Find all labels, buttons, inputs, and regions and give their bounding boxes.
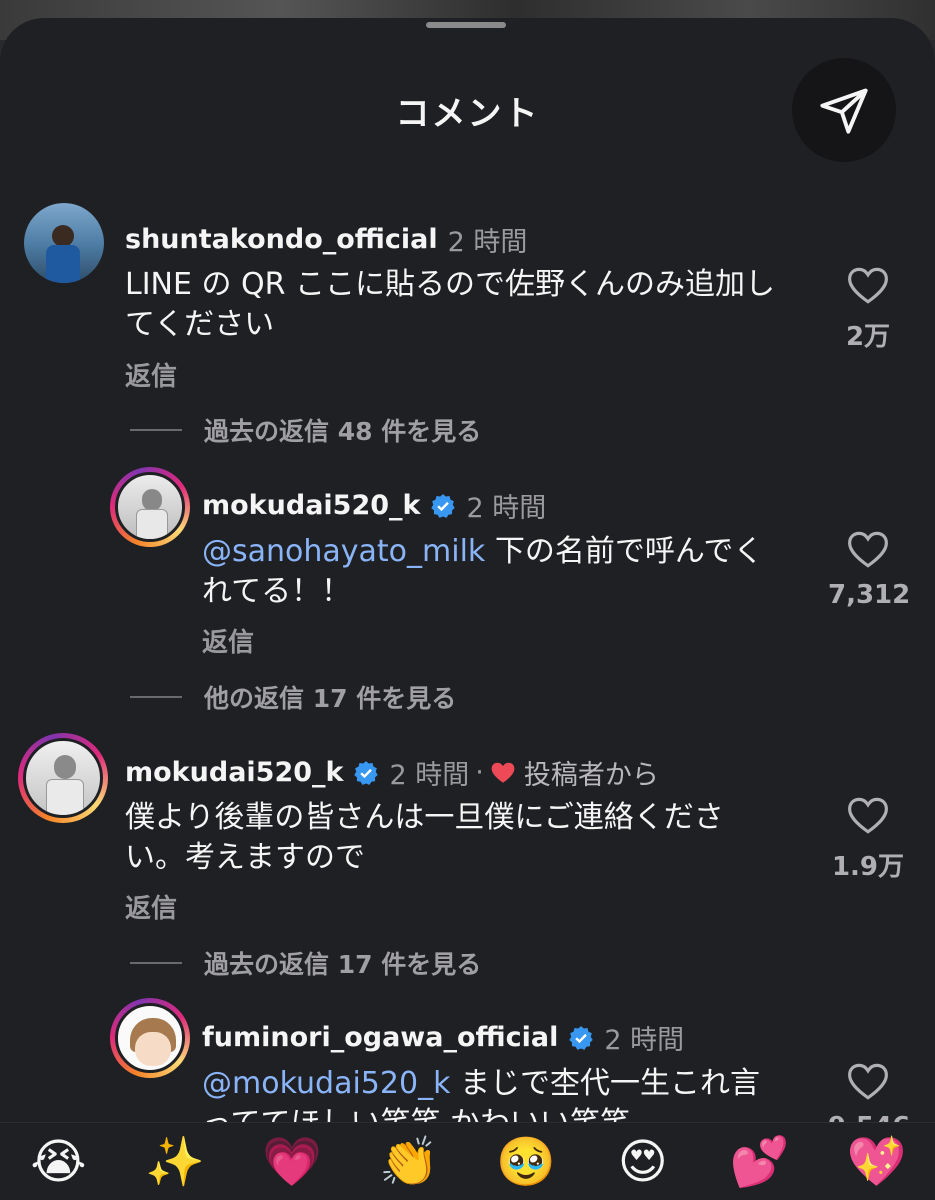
heart-icon bbox=[848, 1063, 888, 1100]
emoji-sparkling-heart[interactable]: 💖 bbox=[842, 1127, 912, 1197]
like-count: 7,312 bbox=[828, 580, 911, 610]
avatar[interactable] bbox=[24, 203, 104, 283]
heart-icon bbox=[848, 797, 888, 834]
like-button[interactable]: 1.9万 bbox=[828, 796, 908, 883]
avatar[interactable] bbox=[110, 998, 190, 1078]
mention-link[interactable]: @mokudai520_k bbox=[202, 1066, 450, 1101]
avatar[interactable] bbox=[110, 467, 190, 547]
verified-badge-icon bbox=[431, 493, 456, 518]
divider-line bbox=[130, 429, 182, 431]
heart-icon bbox=[848, 267, 888, 304]
liked-by-author-label: 投稿者から bbox=[523, 760, 659, 791]
comment-meta: mokudai520_k 2 時間 bbox=[202, 486, 546, 525]
mention-link[interactable]: @sanohayato_milk bbox=[202, 534, 485, 569]
heart-icon bbox=[848, 531, 888, 568]
view-more-replies[interactable]: 他の返信 17 件を見る bbox=[130, 679, 456, 715]
verified-badge-icon bbox=[569, 1025, 594, 1050]
emoji-heart-eyes[interactable]: 😍 bbox=[608, 1127, 678, 1197]
emoji-reaction-bar: 😭 ✨ 💗 👏 🥹 😍 💕 💖 bbox=[0, 1122, 935, 1200]
username[interactable]: mokudai520_k bbox=[125, 757, 343, 788]
timestamp: 2 時間 bbox=[389, 760, 470, 791]
username[interactable]: shuntakondo_official bbox=[125, 224, 438, 255]
reply-button[interactable]: 返信 bbox=[125, 888, 177, 925]
separator-dot: · bbox=[475, 757, 484, 788]
divider-line bbox=[130, 696, 182, 698]
comment-meta: shuntakondo_official 2 時間 bbox=[125, 220, 527, 259]
emoji-two-hearts[interactable]: 💕 bbox=[725, 1127, 795, 1197]
share-send-button[interactable] bbox=[792, 58, 896, 162]
sheet-grabber-handle[interactable] bbox=[426, 22, 506, 28]
timestamp: 2 時間 bbox=[447, 227, 528, 258]
timestamp: 2 時間 bbox=[604, 1025, 685, 1056]
view-more-replies[interactable]: 過去の返信 17 件を見る bbox=[130, 945, 481, 981]
comment-text: @sanohayato_milk 下の名前で呼んでく れてる！！ bbox=[202, 534, 764, 609]
like-button[interactable]: 7,312 bbox=[828, 530, 911, 610]
emoji-pink-heart[interactable]: 💗 bbox=[257, 1127, 327, 1197]
avatar[interactable] bbox=[18, 733, 108, 823]
like-count: 1.9万 bbox=[831, 852, 905, 882]
like-button[interactable]: 2万 bbox=[828, 266, 908, 353]
reply-button[interactable]: 返信 bbox=[202, 622, 254, 659]
comment-meta: mokudai520_k 2 時間 · 投稿者から bbox=[125, 753, 659, 792]
comments-sheet: コメント shuntakondo_official 2 時間 LINE の QR… bbox=[0, 18, 935, 1200]
comment-text: LINE の QR ここに貼るので佐野くんのみ追加し てください bbox=[125, 267, 776, 342]
emoji-loudly-crying[interactable]: 😭 bbox=[23, 1127, 93, 1197]
comment-meta: fuminori_ogawa_official 2 時間 bbox=[202, 1018, 684, 1057]
emoji-pleading-face[interactable]: 🥹 bbox=[491, 1127, 561, 1197]
heart-filled-icon bbox=[491, 762, 515, 783]
reply-button[interactable]: 返信 bbox=[125, 356, 177, 393]
like-count: 2万 bbox=[845, 322, 891, 352]
comment-text: 僕より後輩の皆さんは一旦僕にご連絡くださ い。考えますので bbox=[125, 800, 724, 875]
send-icon bbox=[820, 88, 868, 134]
divider-line bbox=[130, 962, 182, 964]
emoji-sparkles[interactable]: ✨ bbox=[140, 1127, 210, 1197]
username[interactable]: mokudai520_k bbox=[202, 490, 420, 521]
verified-badge-icon bbox=[354, 760, 379, 785]
username[interactable]: fuminori_ogawa_official bbox=[202, 1022, 558, 1053]
timestamp: 2 時間 bbox=[466, 493, 547, 524]
emoji-clapping-hands[interactable]: 👏 bbox=[374, 1127, 444, 1197]
view-more-replies[interactable]: 過去の返信 48 件を見る bbox=[130, 412, 481, 448]
